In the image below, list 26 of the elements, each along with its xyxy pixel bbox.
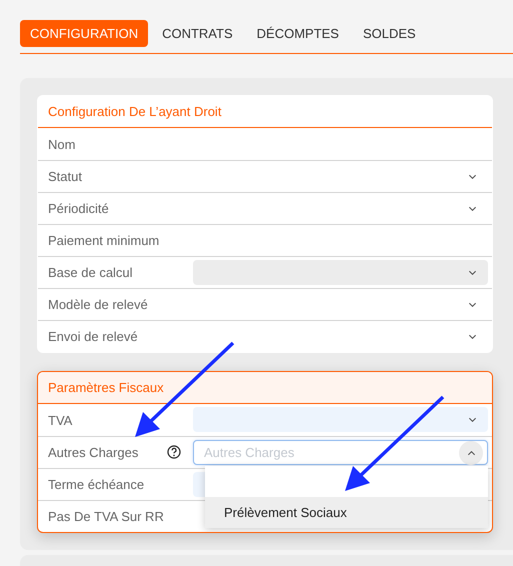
tab[interactable]: DÉCOMPTES	[246, 20, 349, 47]
field-label: Statut	[47, 168, 83, 185]
field-label: TVA	[47, 412, 74, 428]
tab[interactable]: CONTRATS	[152, 20, 243, 47]
card-title: Paramètres Fiscaux	[38, 372, 492, 404]
chevron-down-icon	[468, 174, 476, 180]
field-label: Terme échéance	[47, 476, 146, 493]
select-field[interactable]	[193, 407, 488, 432]
field-label: Nom	[47, 136, 76, 152]
chevron-down-icon	[468, 416, 476, 422]
field-label: Périodicité	[47, 200, 110, 217]
chevron-down-icon	[468, 206, 476, 212]
field-label: Modèle de relevé	[47, 296, 149, 313]
field-label: Autres Charges	[47, 444, 140, 461]
tab[interactable]: SOLDES	[352, 20, 426, 47]
chevron-down-icon	[468, 270, 476, 276]
field-label: Base de calcul	[47, 264, 134, 281]
chevron-down-icon	[468, 334, 476, 340]
card-title: Configuration De L’ayant Droit	[38, 96, 492, 128]
dropdown-option[interactable]: Prélèvement Sociaux	[205, 497, 488, 528]
help-icon[interactable]	[167, 445, 181, 459]
chevron-down-icon	[468, 302, 476, 308]
field-label: Envoi de relevé	[47, 328, 139, 345]
field-label: Paiement minimum	[47, 232, 160, 249]
field-label: Pas De TVA Sur RR	[47, 508, 164, 525]
chevron-up-icon	[466, 450, 476, 456]
